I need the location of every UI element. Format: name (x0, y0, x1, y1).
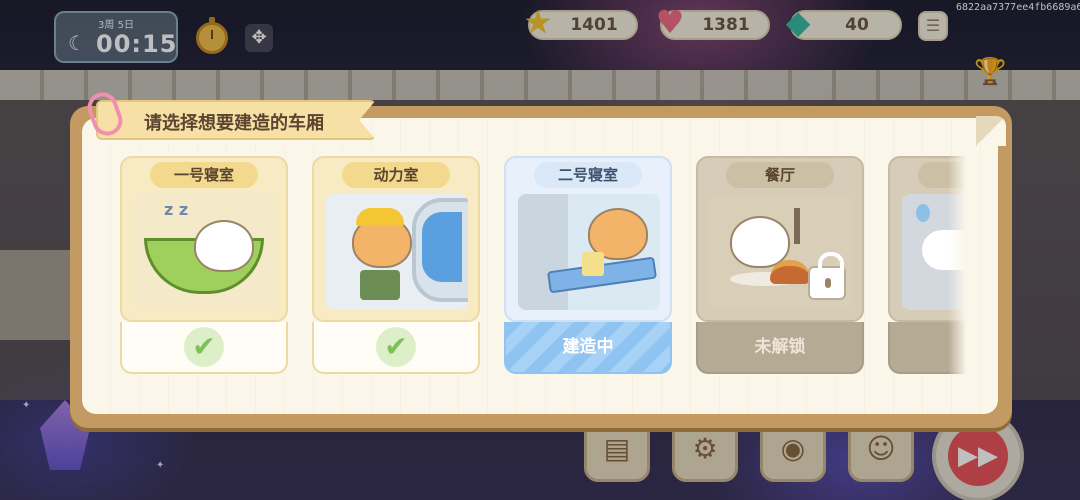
room-name: 二号寝室 (534, 162, 642, 188)
room-card-header: 二号寝室 (504, 156, 672, 322)
check-icon: ✔ (184, 327, 224, 367)
cup-icon (582, 252, 604, 276)
room-card-dining-room[interactable]: 餐厅 未解锁 (696, 156, 864, 376)
water-drop-icon (916, 204, 930, 222)
fork-icon (794, 208, 800, 244)
sleeping-cat (194, 220, 254, 272)
room-name: 餐厅 (726, 162, 834, 188)
room-card-header: 餐厅 (696, 156, 864, 322)
room-card-power-room[interactable]: 动力室 ✔ (312, 156, 480, 376)
worker-pants (360, 270, 400, 300)
page-fold (976, 116, 1006, 146)
room-name: 动力室 (342, 162, 450, 188)
room-card-header: 动力室 (312, 156, 480, 322)
dialog-title: 请选择想要建造的车厢 (144, 113, 324, 134)
room-illustration: z z (134, 194, 276, 310)
room-card-list[interactable]: 一号寝室 z z ✔ 动力室 ✔ 二号寝室 建造中 餐厅 未解锁 (120, 156, 970, 386)
blueprint-wall (518, 194, 568, 310)
room-card-header: 一号寝室 z z (120, 156, 288, 322)
room-illustration (518, 194, 660, 310)
check-icon: ✔ (376, 327, 416, 367)
room-card-bedroom-2[interactable]: 二号寝室 建造中 (504, 156, 672, 376)
lock-icon (808, 252, 846, 300)
list-fade-edge (948, 152, 974, 382)
room-status-complete: ✔ (120, 322, 288, 374)
room-status-complete: ✔ (312, 322, 480, 374)
room-name: 一号寝室 (150, 162, 258, 188)
room-illustration (326, 194, 468, 310)
sleep-z-icon: z z (164, 200, 189, 219)
room-card-bedroom-1[interactable]: 一号寝室 z z ✔ (120, 156, 288, 376)
burger-icon (770, 260, 810, 284)
room-status-building[interactable]: 建造中 (504, 322, 672, 374)
engine-core (422, 212, 462, 282)
hard-hat-icon (356, 208, 404, 226)
room-status-locked: 未解锁 (696, 322, 864, 374)
